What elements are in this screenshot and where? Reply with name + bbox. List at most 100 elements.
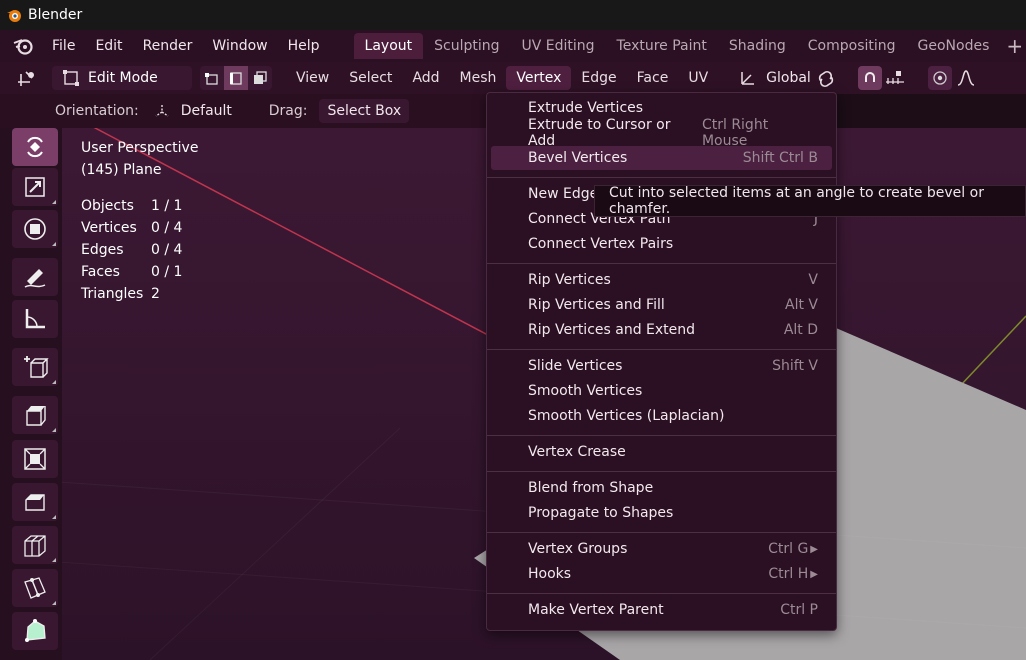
menu-item-label: Connect Vertex Pairs — [528, 236, 674, 252]
workspace-tabs: Layout Sculpting UV Editing Texture Pain… — [353, 33, 1023, 59]
view-name: User Perspective — [81, 140, 199, 156]
menu-item-blend-from-shape[interactable]: Blend from Shape — [491, 476, 832, 500]
menu-edit[interactable]: Edit — [85, 33, 132, 59]
menu-item-connect-vertex-pairs[interactable]: Connect Vertex Pairs — [491, 232, 832, 256]
menu-item-rip-vertices-fill[interactable]: Rip Vertices and Fill Alt V — [491, 293, 832, 317]
editor-type-icon[interactable] — [16, 68, 38, 88]
face-select-mode-button[interactable] — [248, 66, 272, 90]
menu-file[interactable]: File — [42, 33, 85, 59]
menu-item-label: Make Vertex Parent — [528, 602, 664, 618]
select-tool-button[interactable] — [12, 128, 58, 166]
transform-tool-button[interactable] — [12, 210, 58, 248]
menu-item-shortcut: Ctrl Right Mouse — [701, 117, 769, 149]
stat-row: Edges 0 / 4 — [81, 239, 182, 261]
header-menu-vertex[interactable]: Vertex — [506, 66, 572, 90]
header-menu-face[interactable]: Face — [627, 66, 679, 90]
header-menu-select[interactable]: Select — [339, 66, 402, 90]
header-menus: View Select Add Mesh Vertex Edge Face UV — [286, 66, 718, 90]
menu-render[interactable]: Render — [133, 33, 203, 59]
mode-selector[interactable]: Edit Mode — [52, 66, 192, 90]
menu-item-propagate-to-shapes[interactable]: Propagate to Shapes — [491, 501, 832, 525]
menu-item-rip-vertices[interactable]: Rip Vertices V — [491, 268, 832, 292]
menu-item-smooth-vertices-laplacian[interactable]: Smooth Vertices (Laplacian) — [491, 404, 832, 428]
drag-dropdown[interactable]: Select Box — [319, 99, 410, 123]
stat-label: Objects — [81, 198, 134, 214]
vertex-select-mode-button[interactable] — [200, 66, 224, 90]
extrude-tool-button[interactable] — [12, 396, 58, 434]
add-workspace-icon[interactable]: + — [1006, 33, 1023, 59]
orientation-dropdown[interactable]: Default — [149, 99, 259, 123]
snap-toggle-button[interactable] — [858, 66, 882, 90]
menu-item-label: Rip Vertices — [528, 272, 611, 288]
bevel-tool-button[interactable] — [12, 483, 58, 521]
magnet-snap-icon — [865, 72, 875, 82]
menu-item-shortcut: V — [808, 272, 818, 288]
tab-uv-editing[interactable]: UV Editing — [511, 33, 606, 59]
tab-compositing[interactable]: Compositing — [797, 33, 907, 59]
stat-value: 2 — [151, 286, 160, 302]
edit-mode-icon — [63, 70, 79, 86]
menu-help[interactable]: Help — [278, 33, 330, 59]
edge-select-mode-button[interactable] — [224, 66, 248, 90]
header-menu-edge[interactable]: Edge — [571, 66, 626, 90]
extrude-region-icon — [26, 406, 46, 426]
menu-item-vertex-crease[interactable]: Vertex Crease — [491, 440, 832, 464]
menu-item-smooth-vertices[interactable]: Smooth Vertices — [491, 379, 832, 403]
menu-item-vertex-groups[interactable]: Vertex Groups Ctrl G ▶ — [491, 537, 832, 561]
transform-orientation-selector[interactable]: Global — [738, 68, 811, 88]
inset-faces-icon — [24, 448, 46, 470]
header-menu-uv[interactable]: UV — [678, 66, 718, 90]
annotate-tool-button[interactable] — [12, 258, 58, 296]
add-cube-tool-button[interactable] — [12, 348, 58, 386]
menu-item-label: Rip Vertices and Extend — [528, 322, 696, 338]
tab-geonodes[interactable]: GeoNodes — [907, 33, 1001, 59]
header-menu-add[interactable]: Add — [402, 66, 449, 90]
blender-menu-icon[interactable] — [12, 35, 34, 57]
menu-separator — [487, 177, 836, 178]
menu-window[interactable]: Window — [202, 33, 277, 59]
loop-cut-tool-button[interactable] — [12, 526, 58, 564]
menu-item-label: Extrude to Cursor or Add — [528, 117, 671, 149]
tool-options-bar: Orientation: Default Drag: Select Box — [0, 94, 486, 128]
menu-item-label: Blend from Shape — [528, 480, 654, 496]
vertex-select-icon — [205, 73, 218, 85]
measure-tool-button[interactable] — [12, 300, 58, 338]
mode-label: Edit Mode — [88, 70, 158, 86]
stat-label: Vertices — [81, 220, 137, 236]
falloff-curve-icon[interactable] — [956, 68, 976, 88]
menu-item-shortcut: Ctrl P — [780, 602, 818, 618]
select-mode-group — [200, 66, 272, 90]
orientation-value: Default — [180, 103, 232, 119]
inset-tool-button[interactable] — [12, 440, 58, 478]
submenu-arrow-icon: ▶ — [810, 568, 818, 580]
snap-increment-icon[interactable] — [884, 68, 906, 88]
face-select-icon — [254, 71, 267, 84]
menu-item-label: Smooth Vertices (Laplacian) — [528, 408, 725, 424]
tab-layout[interactable]: Layout — [353, 33, 424, 59]
menu-item-label: Vertex Crease — [528, 444, 626, 460]
header-menu-view[interactable]: View — [286, 66, 339, 90]
menu-item-hooks[interactable]: Hooks Ctrl H ▶ — [491, 562, 832, 586]
menu-item-extrude-to-cursor[interactable]: Extrude to Cursor or Add Ctrl Right Mouse — [491, 117, 832, 149]
menu-item-slide-vertices[interactable]: Slide Vertices Shift V — [491, 354, 832, 378]
tab-shading[interactable]: Shading — [718, 33, 797, 59]
top-menu-bar: File Edit Render Window Help Layout Scul… — [0, 30, 1026, 62]
menu-item-label: New Edge — [528, 186, 599, 202]
tab-sculpting[interactable]: Sculpting — [423, 33, 510, 59]
knife-tool-button[interactable] — [12, 569, 58, 607]
stat-row: Faces 0 / 1 — [81, 261, 182, 283]
orientation-axis-icon — [155, 105, 169, 117]
proportional-edit-button[interactable] — [928, 66, 952, 90]
scale-cage-tool-button[interactable] — [12, 168, 58, 206]
viewport-info: User Perspective (145) Plane — [81, 137, 198, 181]
stat-label: Triangles — [81, 286, 144, 302]
header-menu-mesh[interactable]: Mesh — [450, 66, 507, 90]
pivot-point-icon[interactable] — [815, 69, 837, 89]
stat-row: Objects 1 / 1 — [81, 195, 182, 217]
menu-item-bevel-vertices[interactable]: Bevel Vertices Shift Ctrl B — [491, 146, 832, 170]
poly-build-tool-button[interactable] — [12, 612, 58, 650]
menu-item-rip-vertices-extend[interactable]: Rip Vertices and Extend Alt D — [491, 318, 832, 342]
drag-label: Drag: — [268, 103, 308, 119]
tab-texture-paint[interactable]: Texture Paint — [606, 33, 718, 59]
menu-item-make-vertex-parent[interactable]: Make Vertex Parent Ctrl P — [491, 598, 832, 622]
